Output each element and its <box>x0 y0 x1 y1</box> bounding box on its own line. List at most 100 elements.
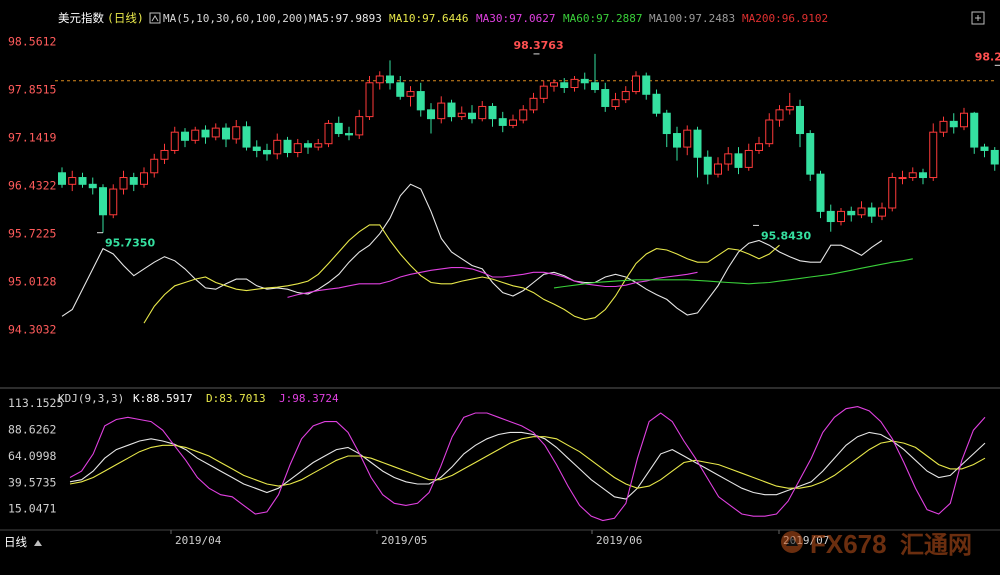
candle-body <box>837 210 845 223</box>
candle-body <box>857 207 866 216</box>
candle-body <box>99 187 107 216</box>
price-tick-label: 95.0128 <box>8 275 57 289</box>
watermark-fx: FX678 <box>810 529 887 559</box>
annotation-label: 98.3763 <box>514 39 564 52</box>
kdj-d-value: D:83.7013 <box>206 392 266 405</box>
kdj-j-value: J:98.3724 <box>279 392 339 405</box>
candle-body <box>365 82 374 118</box>
month-label: 2019/04 <box>175 534 222 547</box>
candle-body <box>775 109 784 121</box>
candle-body <box>847 210 856 216</box>
candle-body <box>109 188 118 216</box>
ma-value-2: MA30:97.0627 <box>476 12 555 25</box>
candle-body <box>785 105 794 111</box>
candle-body <box>222 127 230 140</box>
candle-body <box>78 177 87 185</box>
candle-body <box>375 75 384 84</box>
candle-body <box>468 112 476 120</box>
candle-body <box>170 131 179 151</box>
chart-background <box>0 0 1000 575</box>
candle-body <box>140 172 148 185</box>
candle-body <box>960 112 968 128</box>
kdj-tick-label: 39.5735 <box>8 475 56 489</box>
candle-body <box>478 105 487 120</box>
candle-body <box>58 172 66 185</box>
ma-value-0: MA5:97.9893 <box>309 12 382 25</box>
kdj-tick-label: 88.6262 <box>8 423 56 437</box>
kdj-k-value: K:88.5917 <box>133 392 193 405</box>
candle-body <box>898 177 907 180</box>
candle-body <box>990 149 999 165</box>
candle-body <box>386 75 394 84</box>
kdj-tick-label: 15.0471 <box>8 502 57 516</box>
candle-body <box>263 149 271 155</box>
candle-body <box>560 82 569 89</box>
candle-body <box>457 112 466 118</box>
candle-body <box>796 105 804 135</box>
candle-body <box>703 156 712 175</box>
price-tick-label: 96.4322 <box>8 179 56 193</box>
candle-body <box>539 85 548 99</box>
candle-body <box>611 99 620 107</box>
candle <box>888 172 897 212</box>
candle-body <box>908 172 917 179</box>
candle-body <box>252 146 261 151</box>
annotation-label: 98.2079 <box>975 50 1000 63</box>
candle-body <box>437 102 446 120</box>
candle-body <box>334 122 343 135</box>
candle-body <box>88 183 97 189</box>
candle-body <box>826 210 835 223</box>
candle-body <box>939 120 948 133</box>
ma-value-3: MA60:97.2887 <box>563 12 642 25</box>
ma-label: MA(5,10,30,60,100,200) <box>163 12 309 25</box>
candle-body <box>816 173 825 212</box>
candle-body <box>714 163 722 175</box>
candle-body <box>683 129 692 148</box>
candle-body <box>324 122 333 145</box>
candle-body <box>160 149 169 160</box>
chart-root: 美元指数 (日线) MA(5,10,30,60,100,200) MA5:97.… <box>0 0 1000 575</box>
annotation-label: 95.7350 <box>105 237 155 250</box>
candle-body <box>591 82 599 91</box>
candle-body <box>447 102 456 118</box>
candle <box>109 184 118 219</box>
candle-body <box>345 133 353 136</box>
candle-body <box>806 133 815 175</box>
price-tick-label: 94.3032 <box>8 323 56 337</box>
period-tab-label[interactable]: 日线 <box>4 535 27 549</box>
candle-body <box>488 105 497 120</box>
candle-body <box>273 139 282 155</box>
candle-body <box>980 146 989 151</box>
candle-body <box>867 207 876 217</box>
candle-body <box>765 119 774 145</box>
watermark: FX678 汇通网 <box>781 529 972 559</box>
candle-body <box>201 129 210 138</box>
candle <box>970 111 979 154</box>
kdj-label: KDJ(9,3,3) <box>58 392 124 405</box>
candle-body <box>129 177 138 185</box>
period-tab[interactable]: 日线 <box>0 534 56 550</box>
candle-body <box>529 97 538 111</box>
period-tag: (日线) <box>107 11 144 25</box>
candle <box>806 130 815 181</box>
candle-body <box>642 75 651 95</box>
candle-body <box>519 109 528 121</box>
candle-body <box>949 120 958 128</box>
candle-body <box>150 158 159 174</box>
candle-body <box>929 131 938 179</box>
candle-body <box>662 112 671 135</box>
annotation-label: 95.8430 <box>761 229 811 242</box>
candle <box>816 170 825 219</box>
candle-body <box>744 149 753 168</box>
candle-body <box>550 82 558 87</box>
candle-body <box>652 93 661 114</box>
ma-value-4: MA100:97.2483 <box>649 12 735 25</box>
candle-body <box>632 75 640 93</box>
candle-body <box>314 143 323 148</box>
candle-body <box>673 133 681 148</box>
ma-value-1: MA10:97.6446 <box>389 12 468 25</box>
candle-body <box>693 129 702 158</box>
candle-body <box>396 82 405 97</box>
candle <box>365 76 374 120</box>
candle-body <box>416 91 425 111</box>
